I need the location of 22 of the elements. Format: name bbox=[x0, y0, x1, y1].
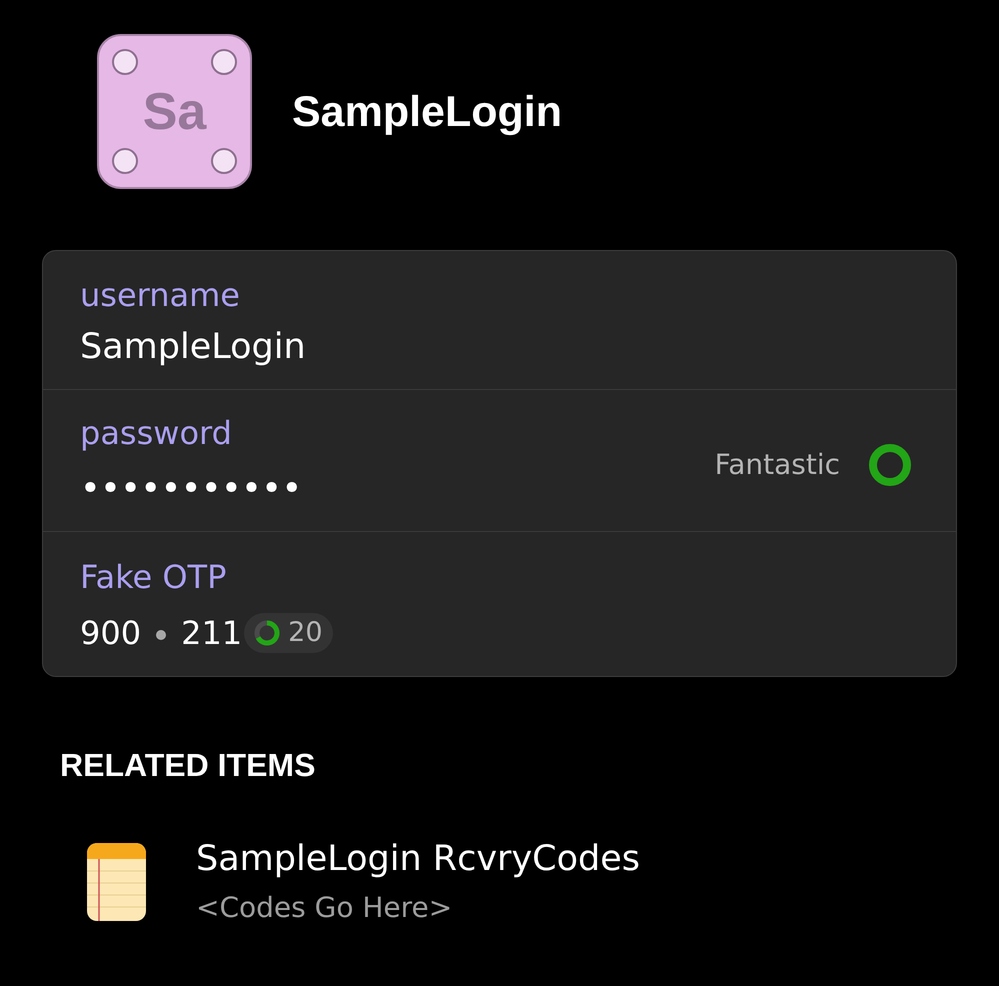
circle-icon bbox=[112, 148, 138, 174]
icon-initials: Sa bbox=[142, 82, 206, 142]
field-label: username bbox=[80, 274, 240, 314]
section-heading: RELATED ITEMS bbox=[60, 746, 316, 785]
password-value[interactable]: ••••••••••• bbox=[80, 463, 302, 511]
countdown-ring-icon bbox=[254, 620, 280, 646]
circle-icon bbox=[211, 49, 237, 75]
strength-ring-icon bbox=[869, 444, 911, 486]
item-title: SampleLogin bbox=[292, 86, 562, 138]
field-label: password bbox=[80, 413, 232, 453]
otp-code[interactable]: 211 bbox=[181, 611, 242, 655]
related-item-subtitle: <Codes Go Here> bbox=[196, 890, 452, 926]
otp-code[interactable]: 900 bbox=[80, 611, 142, 655]
circle-icon bbox=[112, 49, 138, 75]
separator-dot-icon bbox=[156, 630, 166, 640]
circle-icon bbox=[211, 148, 237, 174]
notepad-icon[interactable] bbox=[87, 843, 146, 921]
strength-label: Fantastic bbox=[714, 447, 840, 483]
field-label: Fake OTP bbox=[80, 557, 226, 597]
related-item-title[interactable]: SampleLogin RcvryCodes bbox=[196, 837, 640, 881]
field-value[interactable]: SampleLogin bbox=[80, 324, 306, 368]
countdown-seconds: 20 bbox=[288, 616, 323, 650]
